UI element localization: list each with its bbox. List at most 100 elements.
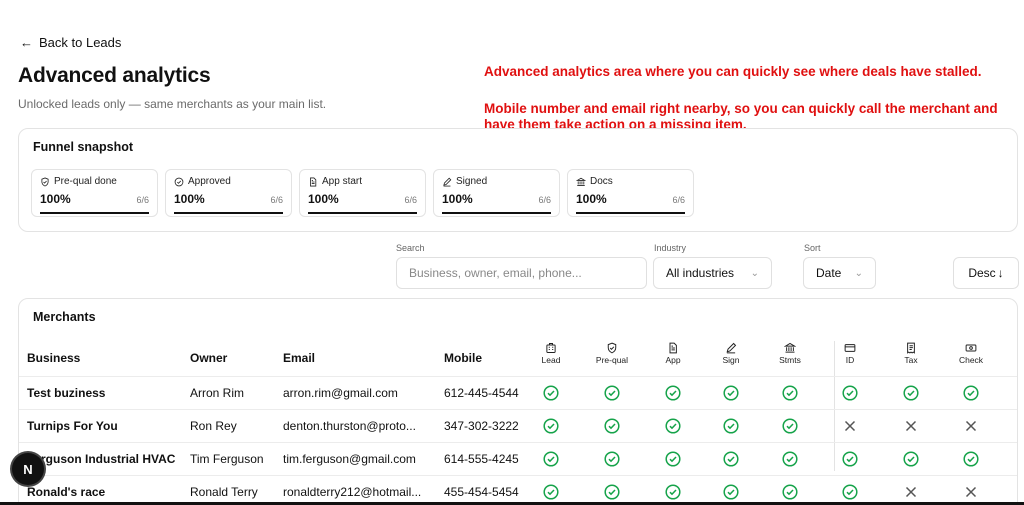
status-col-sign: Sign [706, 342, 756, 365]
status-col-label: Lead [541, 355, 561, 365]
status-col-label: Pre-qual [595, 355, 629, 365]
bank-icon [576, 177, 586, 187]
funnel-step-progress [576, 212, 685, 214]
col-owner: Owner [190, 351, 228, 365]
check-circle-icon [782, 385, 798, 401]
check-circle-icon [665, 385, 681, 401]
sort-order-button[interactable]: Desc ↓ [953, 257, 1019, 289]
annotation-analytics: Advanced analytics area where you can qu… [484, 64, 982, 79]
table-row[interactable]: Turnips For You Ron Rey denton.thurston@pr… [19, 409, 1017, 442]
app-badge-letter: N [23, 461, 33, 477]
bank-icon [765, 342, 815, 354]
check-circle-icon [723, 418, 739, 434]
check-circle-icon [963, 385, 979, 401]
check-circle-icon [604, 385, 620, 401]
status-col-label: Sign [722, 355, 740, 365]
funnel-step-progress [174, 212, 283, 214]
cell-mobile[interactable]: 347-302-3222 [444, 419, 544, 433]
col-email: Email [283, 351, 316, 365]
cell-business: Turnips For You [27, 419, 118, 433]
table-row[interactable]: Ronald's race Ronald Terry ronaldterry212@… [19, 475, 1017, 505]
funnel-step-fraction: 6/6 [672, 195, 685, 205]
status-col-label: ID [845, 355, 855, 365]
funnel-step-head: Pre-qual done [40, 176, 117, 187]
status-col-label: Tax [904, 355, 918, 365]
col-mobile: Mobile [444, 351, 482, 365]
search-label: Search [396, 243, 425, 253]
cell-email[interactable]: denton.thurston@proto... [283, 419, 433, 433]
back-to-leads-label: Back to Leads [39, 35, 122, 50]
chevron-down-icon: ⌄ [750, 267, 759, 279]
status-col-label: App [665, 355, 681, 365]
pen-icon [706, 342, 756, 354]
funnel-step-fraction: 6/6 [270, 195, 283, 205]
funnel-step-progress-fill [308, 212, 417, 214]
industry-select[interactable]: All industries ⌄ [653, 257, 772, 289]
sort-order-label: Desc [968, 266, 996, 280]
funnel-step-progress-fill [576, 212, 685, 214]
funnel-step-progress-fill [174, 212, 283, 214]
check-circle-icon [723, 451, 739, 467]
check-circle-icon [604, 484, 620, 500]
search-placeholder: Business, owner, email, phone... [409, 266, 582, 280]
sort-select[interactable]: Date ⌄ [803, 257, 876, 289]
funnel-step-fraction: 6/6 [136, 195, 149, 205]
funnel-step-percent: 100% [174, 192, 205, 206]
receipt-icon [886, 342, 936, 354]
status-col-pre-qual: Pre-qual [587, 342, 637, 365]
page-subtitle: Unlocked leads only — same merchants as … [18, 97, 327, 111]
check-circle-icon [665, 451, 681, 467]
funnel-step-percent: 100% [442, 192, 473, 206]
cell-email[interactable]: tim.ferguson@gmail.com [283, 452, 433, 466]
shield-check-icon [587, 342, 637, 354]
funnel-step-label: App start [322, 176, 363, 187]
sort-label: Sort [804, 243, 821, 253]
close-icon [963, 418, 979, 434]
funnel-step-head: Docs [576, 176, 613, 187]
status-col-id: ID [825, 342, 875, 365]
cell-mobile[interactable]: 612-445-4544 [444, 386, 544, 400]
sort-value: Date [816, 266, 842, 280]
status-col-app: App [648, 342, 698, 365]
funnel-step-progress-fill [442, 212, 551, 214]
cell-owner: Ron Rey [190, 419, 237, 433]
check-circle-icon [723, 385, 739, 401]
check-circle-icon [963, 451, 979, 467]
app-badge[interactable]: N [12, 453, 44, 485]
funnel-step-progress-fill [40, 212, 149, 214]
arrow-down-icon: ↓ [997, 266, 1004, 280]
arrow-left-icon: ← [20, 35, 33, 50]
close-icon [842, 418, 858, 434]
status-col-label: Stmts [779, 355, 801, 365]
table-row[interactable]: Test buziness Arron Rim arron.rim@gmail.co… [19, 376, 1017, 409]
cell-owner: Arron Rim [190, 386, 245, 400]
close-icon [903, 484, 919, 500]
col-business: Business [27, 351, 81, 365]
cell-owner: Ronald Terry [190, 485, 258, 499]
cell-email[interactable]: ronaldterry212@hotmail... [283, 485, 433, 499]
close-icon [903, 418, 919, 434]
check-circle-icon [842, 385, 858, 401]
check-circle-icon [903, 385, 919, 401]
funnel-step-progress [308, 212, 417, 214]
cell-email[interactable]: arron.rim@gmail.com [283, 386, 433, 400]
check-circle-icon [665, 484, 681, 500]
funnel-step-label: Pre-qual done [54, 176, 117, 187]
cell-mobile[interactable]: 614-555-4245 [444, 452, 544, 466]
funnel-step: Approved 100% 6/6 [165, 169, 292, 217]
card-icon [825, 342, 875, 354]
check-circle-icon [903, 451, 919, 467]
funnel-step: App start 100% 6/6 [299, 169, 426, 217]
table-row[interactable]: Ferguson Industrial HVAC Tim Ferguson tim.… [19, 442, 1017, 475]
back-to-leads-link[interactable]: ← Back to Leads [20, 35, 121, 50]
funnel-step-percent: 100% [40, 192, 71, 206]
check-circle-icon [543, 418, 559, 434]
search-input[interactable]: Business, owner, email, phone... [396, 257, 647, 289]
funnel-step-fraction: 6/6 [538, 195, 551, 205]
funnel-step-percent: 100% [576, 192, 607, 206]
cell-mobile[interactable]: 455-454-5454 [444, 485, 544, 499]
industry-value: All industries [666, 266, 735, 280]
check-circle-icon [604, 451, 620, 467]
funnel-step: Docs 100% 6/6 [567, 169, 694, 217]
status-col-tax: Tax [886, 342, 936, 365]
